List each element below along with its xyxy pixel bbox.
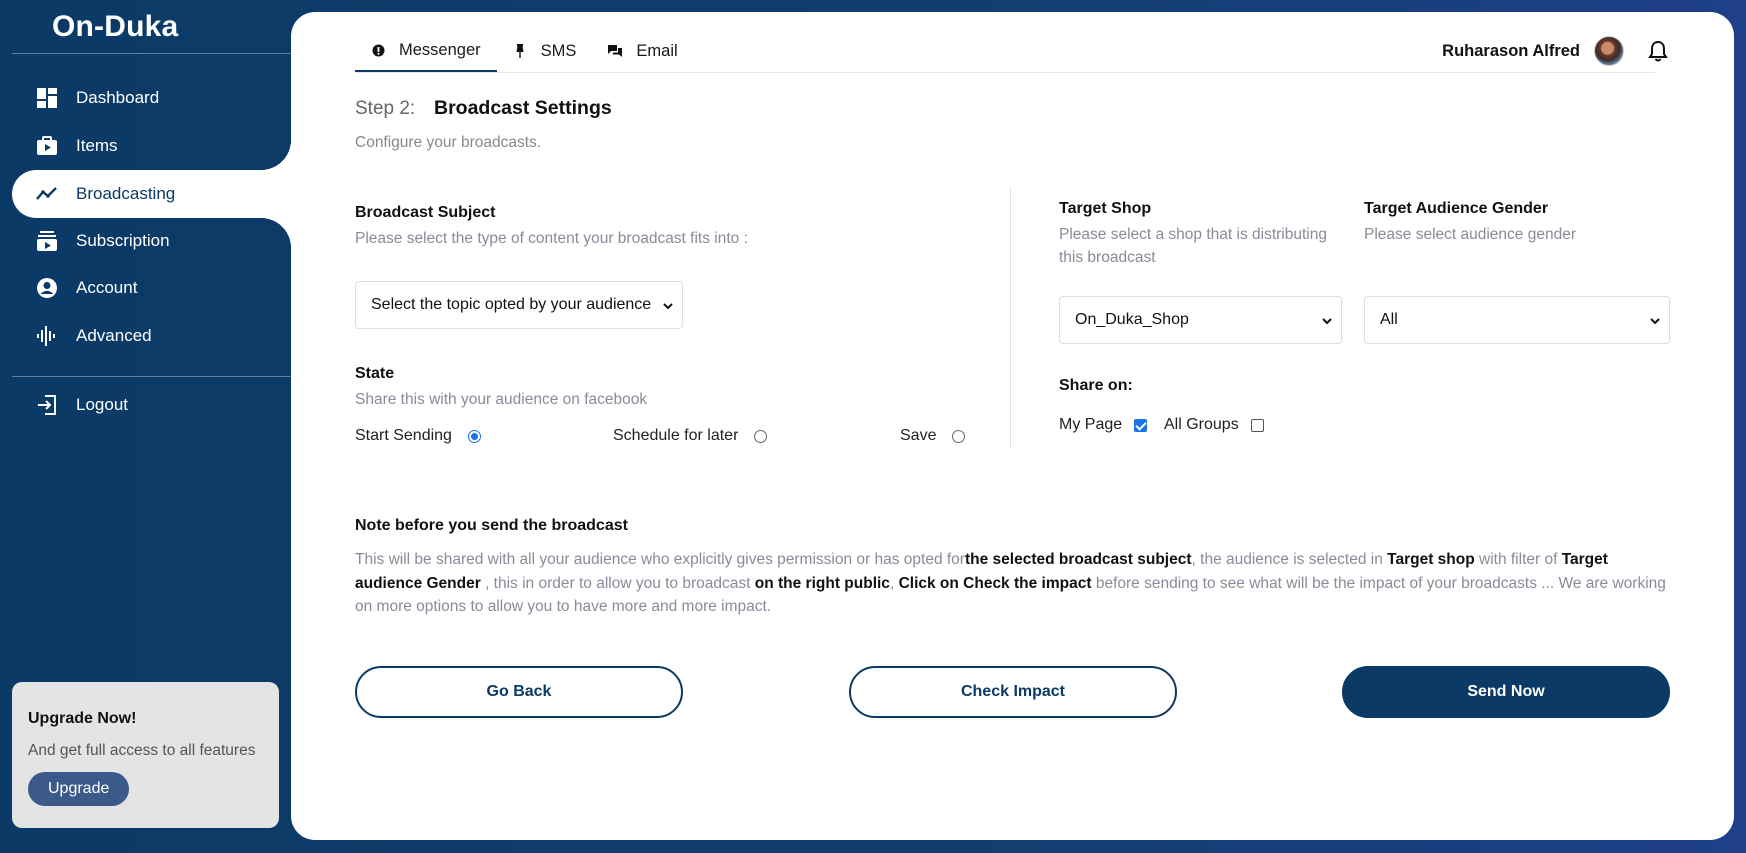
sidebar-item-label: Broadcasting — [76, 184, 176, 203]
subject-select-value: Select the topic opted by your audience — [371, 296, 652, 313]
sidebar-item-label: Items — [76, 136, 118, 155]
my-page-checkbox[interactable] — [1134, 418, 1148, 432]
radio-label: Schedule for later — [613, 427, 739, 444]
schedule-radio[interactable] — [754, 429, 768, 443]
sidebar-item-broadcasting[interactable]: Broadcasting — [12, 140, 291, 248]
upgrade-text: And get full access to all features — [28, 742, 256, 759]
target-shop-value: On_Duka_Shop — [1075, 311, 1189, 328]
sidebar-item-advanced[interactable]: Advanced — [12, 312, 291, 360]
channel-tabs: Messenger SMS Email — [355, 30, 694, 72]
items-icon — [36, 135, 58, 157]
sidebar-item-account[interactable]: Account — [12, 264, 291, 312]
sidebar-item-items[interactable]: Items — [12, 122, 291, 170]
chevron-down-icon — [1321, 314, 1333, 326]
tab-label: Messenger — [399, 40, 481, 59]
tabs-underline — [355, 72, 1655, 73]
page-title: Broadcast Settings — [434, 97, 612, 119]
page-subtitle: Configure your broadcasts. — [355, 134, 542, 151]
user-name: Ruharason Alfred — [1442, 41, 1580, 60]
tab-label: SMS — [540, 41, 577, 60]
sidebar-item-label: Logout — [76, 395, 128, 414]
dashboard-icon — [36, 87, 58, 109]
sidebar-item-label: Account — [76, 278, 138, 297]
all-groups-checkbox[interactable] — [1250, 418, 1264, 432]
check-impact-button[interactable]: Check Impact — [849, 666, 1177, 718]
state-hint: Share this with your audience on faceboo… — [355, 391, 648, 408]
sidebar-divider — [12, 53, 291, 54]
sidebar: On-Duka Dashboard Items Broadcasting Sub… — [0, 0, 291, 853]
tab-label: Email — [636, 41, 678, 60]
chevron-down-icon — [1649, 314, 1661, 326]
broadcast-icon — [36, 183, 58, 205]
start-sending-radio[interactable] — [467, 429, 481, 443]
share-option-all-groups[interactable]: All Groups — [1164, 416, 1264, 434]
main-panel: Messenger SMS Email Ruharason Alfred Ste… — [291, 12, 1734, 840]
radio-label: Save — [900, 427, 937, 444]
chevron-down-icon — [662, 299, 674, 311]
tab-messenger[interactable]: Messenger — [355, 30, 497, 72]
sidebar-item-logout[interactable]: Logout — [12, 381, 291, 429]
avatar[interactable] — [1594, 36, 1624, 66]
upgrade-card: Upgrade Now! And get full access to all … — [12, 682, 279, 828]
sidebar-item-label: Subscription — [76, 231, 170, 250]
radio-label: Start Sending — [355, 427, 452, 444]
messenger-icon — [371, 43, 385, 57]
gender-value: All — [1380, 311, 1398, 328]
advanced-icon — [36, 325, 58, 347]
column-divider — [1010, 186, 1011, 448]
subject-hint: Please select the type of content your b… — [355, 230, 748, 247]
send-now-button[interactable]: Send Now — [1342, 666, 1670, 718]
gender-label: Target Audience Gender — [1364, 200, 1549, 217]
sidebar-item-subscription[interactable]: Subscription — [12, 217, 291, 265]
target-shop-select[interactable]: On_Duka_Shop — [1059, 296, 1342, 344]
gender-hint: Please select audience gender — [1364, 226, 1576, 243]
sidebar-item-label: Advanced — [76, 326, 152, 345]
sidebar-item-dashboard[interactable]: Dashboard — [12, 74, 291, 122]
logout-icon — [36, 394, 58, 416]
checkbox-label: My Page — [1059, 416, 1123, 433]
go-back-button[interactable]: Go Back — [355, 666, 683, 718]
checkbox-label: All Groups — [1164, 416, 1239, 433]
target-shop-hint-line1: Please select a shop that is distributin… — [1059, 226, 1327, 243]
subscription-icon — [36, 230, 58, 252]
step-indicator: Step 2: — [355, 98, 416, 119]
state-label: State — [355, 365, 395, 382]
target-shop-hint-line2: this broadcast — [1059, 249, 1156, 266]
upgrade-title: Upgrade Now! — [28, 710, 137, 727]
share-on-label: Share on: — [1059, 377, 1133, 394]
tab-email[interactable]: Email — [592, 30, 693, 72]
state-option-save[interactable]: Save — [900, 427, 966, 445]
sidebar-divider — [12, 376, 291, 377]
sidebar-item-label: Dashboard — [76, 88, 160, 107]
tab-sms[interactable]: SMS — [497, 30, 593, 72]
subject-select[interactable]: Select the topic opted by your audience — [355, 281, 683, 329]
chat-icon — [608, 44, 623, 58]
target-shop-label: Target Shop — [1059, 200, 1152, 217]
user-menu[interactable]: Ruharason Alfred — [1442, 36, 1624, 66]
save-radio[interactable] — [952, 429, 966, 443]
state-option-start[interactable]: Start Sending — [355, 427, 481, 445]
upgrade-button[interactable]: Upgrade — [28, 772, 130, 806]
notification-bell-icon[interactable] — [1648, 40, 1668, 62]
gender-select[interactable]: All — [1364, 296, 1670, 344]
account-icon — [36, 277, 58, 299]
note-text: This will be shared with all your audien… — [355, 551, 1666, 615]
state-option-schedule[interactable]: Schedule for later — [613, 427, 768, 445]
pin-icon — [513, 44, 527, 58]
app-logo: On-Duka — [52, 10, 179, 43]
note-title: Note before you send the broadcast — [355, 517, 628, 534]
share-option-my-page[interactable]: My Page — [1059, 416, 1148, 434]
subject-label: Broadcast Subject — [355, 204, 496, 221]
